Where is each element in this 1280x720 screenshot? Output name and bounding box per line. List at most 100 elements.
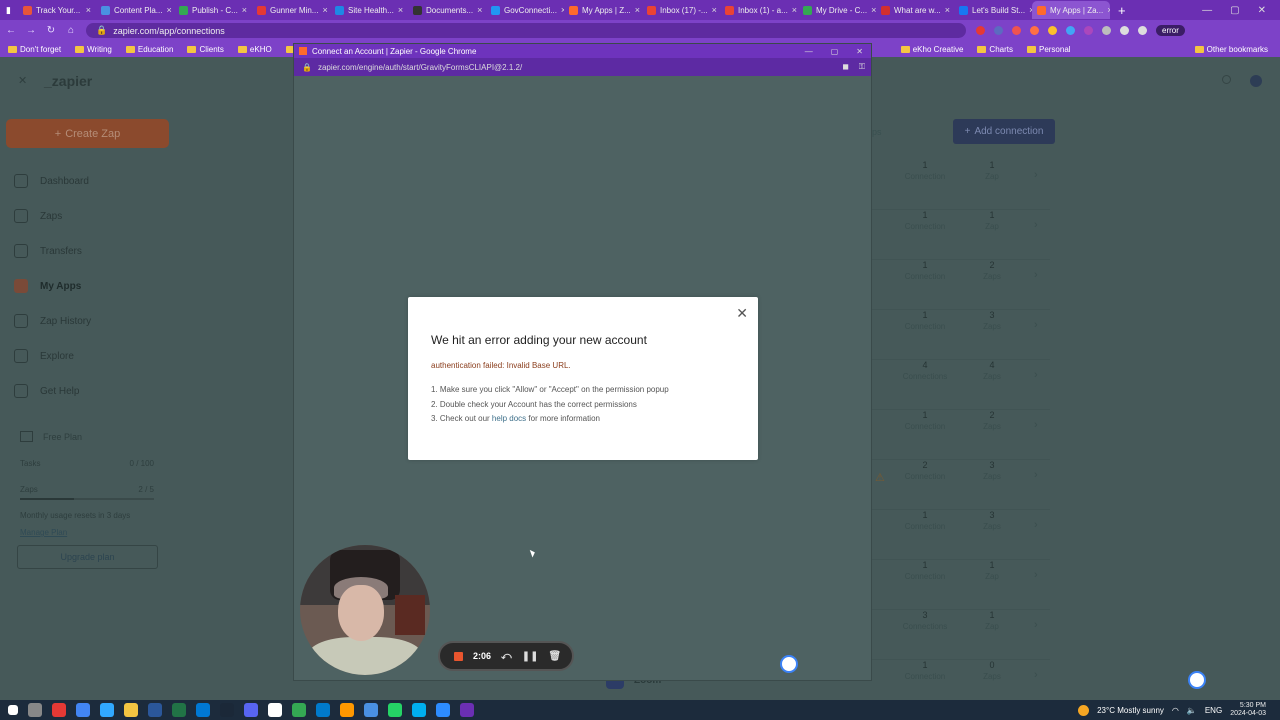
minimize-icon[interactable]: — xyxy=(805,47,813,56)
language-indicator[interactable]: ENG xyxy=(1205,706,1222,715)
sidebar-item-zaps[interactable]: Zaps xyxy=(14,209,62,223)
browser-tab[interactable]: Site Health... × xyxy=(330,1,408,19)
extension-icon[interactable] xyxy=(1030,26,1039,35)
maximize-icon[interactable]: ▢ xyxy=(831,47,839,56)
tab-close-icon[interactable]: × xyxy=(86,5,91,15)
manage-plan-link[interactable]: Manage Plan xyxy=(20,528,67,537)
trash-icon[interactable]: 🗑 xyxy=(548,651,561,662)
chevron-right-icon[interactable]: › xyxy=(1034,669,1038,681)
bookmark-folder[interactable]: Education xyxy=(125,45,173,54)
tab-close-icon[interactable]: × xyxy=(166,5,171,15)
browser-tab[interactable]: My Apps | Za... × xyxy=(1032,1,1110,19)
sidebar-item-dashboard[interactable]: Dashboard xyxy=(14,174,89,188)
tab-close-icon[interactable]: × xyxy=(945,5,950,15)
close-icon[interactable]: ✕ xyxy=(736,305,748,322)
browser-tab[interactable]: Gunner Min... × xyxy=(252,1,330,19)
add-connection-button[interactable]: + Add connection xyxy=(953,119,1055,144)
pause-icon[interactable]: ❚❚ xyxy=(522,651,539,662)
create-zap-button[interactable]: + Create Zap xyxy=(6,119,169,148)
taskbar-app-icon[interactable] xyxy=(220,703,234,717)
table-row[interactable]: 1 Connection 1 Zap › xyxy=(872,560,1050,610)
wifi-icon[interactable]: ◠ xyxy=(1172,706,1179,715)
chevron-right-icon[interactable]: › xyxy=(1034,269,1038,281)
bookmark-folder[interactable]: eKHO xyxy=(237,45,272,54)
taskbar-app-icon[interactable] xyxy=(316,703,330,717)
volume-icon[interactable]: 🔈 xyxy=(1187,706,1197,715)
taskbar-app-icon[interactable] xyxy=(148,703,162,717)
chevron-right-icon[interactable]: › xyxy=(1034,369,1038,381)
table-row[interactable]: 2 Connection 3 Zaps ⚠ › xyxy=(872,460,1050,510)
chevron-right-icon[interactable]: › xyxy=(1034,469,1038,481)
tab-close-icon[interactable]: × xyxy=(635,5,640,15)
bookmark-folder[interactable]: Writing xyxy=(75,45,112,54)
tab-close-icon[interactable]: × xyxy=(792,5,797,15)
chevron-right-icon[interactable]: › xyxy=(1034,419,1038,431)
table-row[interactable]: 3 Connections 1 Zap › xyxy=(872,610,1050,660)
bookmark-folder[interactable]: Don't forget xyxy=(8,45,61,54)
close-icon[interactable]: ✕ xyxy=(18,74,27,87)
taskbar-app-icon[interactable] xyxy=(436,703,450,717)
search-icon[interactable] xyxy=(1222,75,1231,84)
browser-tab[interactable]: My Apps | Z... × xyxy=(564,1,642,19)
upgrade-plan-button[interactable]: Upgrade plan xyxy=(17,545,158,569)
taskbar-app-icon[interactable] xyxy=(268,703,282,717)
taskbar-app-icon[interactable] xyxy=(196,703,210,717)
home-icon[interactable]: ⌂ xyxy=(66,25,76,36)
extension-icon[interactable] xyxy=(994,26,1003,35)
reload-icon[interactable]: ↻ xyxy=(46,25,56,36)
bookmark-folder[interactable]: eKho Creative xyxy=(900,45,963,54)
browser-tab[interactable]: GovConnecti... × xyxy=(486,1,564,19)
chevron-right-icon[interactable]: › xyxy=(1034,219,1038,231)
sidebar-item-get-help[interactable]: Get Help xyxy=(14,384,79,398)
recorder-bubble-icon[interactable] xyxy=(780,655,798,673)
browser-tab[interactable]: Publish - C... × xyxy=(174,1,252,19)
taskbar-app-icon[interactable] xyxy=(292,703,306,717)
tab-close-icon[interactable]: × xyxy=(712,5,717,15)
taskbar-app-icon[interactable] xyxy=(100,703,114,717)
search-apps-input[interactable]: ps xyxy=(872,127,882,137)
extension-icon[interactable] xyxy=(1102,26,1111,35)
other-bookmarks[interactable]: Other bookmarks xyxy=(1194,45,1280,54)
taskbar-app-icon[interactable] xyxy=(364,703,378,717)
bookmark-folder[interactable]: Personal xyxy=(1026,45,1071,54)
recorder-bubble-icon[interactable] xyxy=(1188,671,1206,689)
maximize-icon[interactable]: ▢ xyxy=(1230,5,1239,16)
taskbar-app-icon[interactable] xyxy=(8,705,18,715)
address-bar[interactable]: 🔒 zapier.com/app/connections xyxy=(86,23,966,38)
sidebar-item-transfers[interactable]: Transfers xyxy=(14,244,82,258)
avatar[interactable] xyxy=(1250,75,1262,87)
taskbar-app-icon[interactable] xyxy=(124,703,138,717)
weather-text[interactable]: 23°C Mostly sunny xyxy=(1097,706,1164,715)
browser-tab[interactable]: Content Pla... × xyxy=(96,1,174,19)
new-tab-button[interactable]: + xyxy=(1110,3,1134,18)
webcam-bubble[interactable] xyxy=(300,545,430,675)
clock[interactable]: 5:30 PM 2024-04-03 xyxy=(1230,702,1266,718)
browser-tab[interactable]: Inbox (1) - a... × xyxy=(720,1,798,19)
undo-icon[interactable]: ⤺ xyxy=(501,651,512,662)
profile-error-badge[interactable]: error xyxy=(1156,25,1185,36)
browser-tab[interactable]: Let's Build St... × xyxy=(954,1,1032,19)
extension-icon[interactable] xyxy=(1012,26,1021,35)
bookmark-folder[interactable]: Clients xyxy=(187,45,224,54)
sidebar-item-zap-history[interactable]: Zap History xyxy=(14,314,91,328)
browser-tab[interactable]: Inbox (17) -... × xyxy=(642,1,720,19)
taskbar-app-icon[interactable] xyxy=(76,703,90,717)
windows-menu-icon[interactable]: ▮ xyxy=(6,5,18,16)
extension-icon[interactable] xyxy=(1066,26,1075,35)
forward-icon[interactable]: → xyxy=(26,25,36,36)
table-row[interactable]: 4 Connections 4 Zaps › xyxy=(872,360,1050,410)
bookmark-folder[interactable]: Charts xyxy=(977,45,1013,54)
tab-close-icon[interactable]: × xyxy=(477,5,482,15)
taskbar-app-icon[interactable] xyxy=(244,703,258,717)
help-docs-link[interactable]: help docs xyxy=(492,414,526,423)
chevron-right-icon[interactable]: › xyxy=(1034,619,1038,631)
weather-icon[interactable] xyxy=(1078,704,1090,716)
taskbar-app-icon[interactable] xyxy=(52,703,66,717)
sidebar-toggle-icon[interactable] xyxy=(1138,26,1147,35)
chevron-right-icon[interactable]: › xyxy=(1034,169,1038,181)
tab-close-icon[interactable]: × xyxy=(398,5,403,15)
sidebar-item-explore[interactable]: Explore xyxy=(14,349,74,363)
tab-close-icon[interactable]: × xyxy=(322,5,327,15)
table-row[interactable]: 1 Connection 3 Zaps › xyxy=(872,510,1050,560)
close-icon[interactable]: ✕ xyxy=(856,47,863,56)
